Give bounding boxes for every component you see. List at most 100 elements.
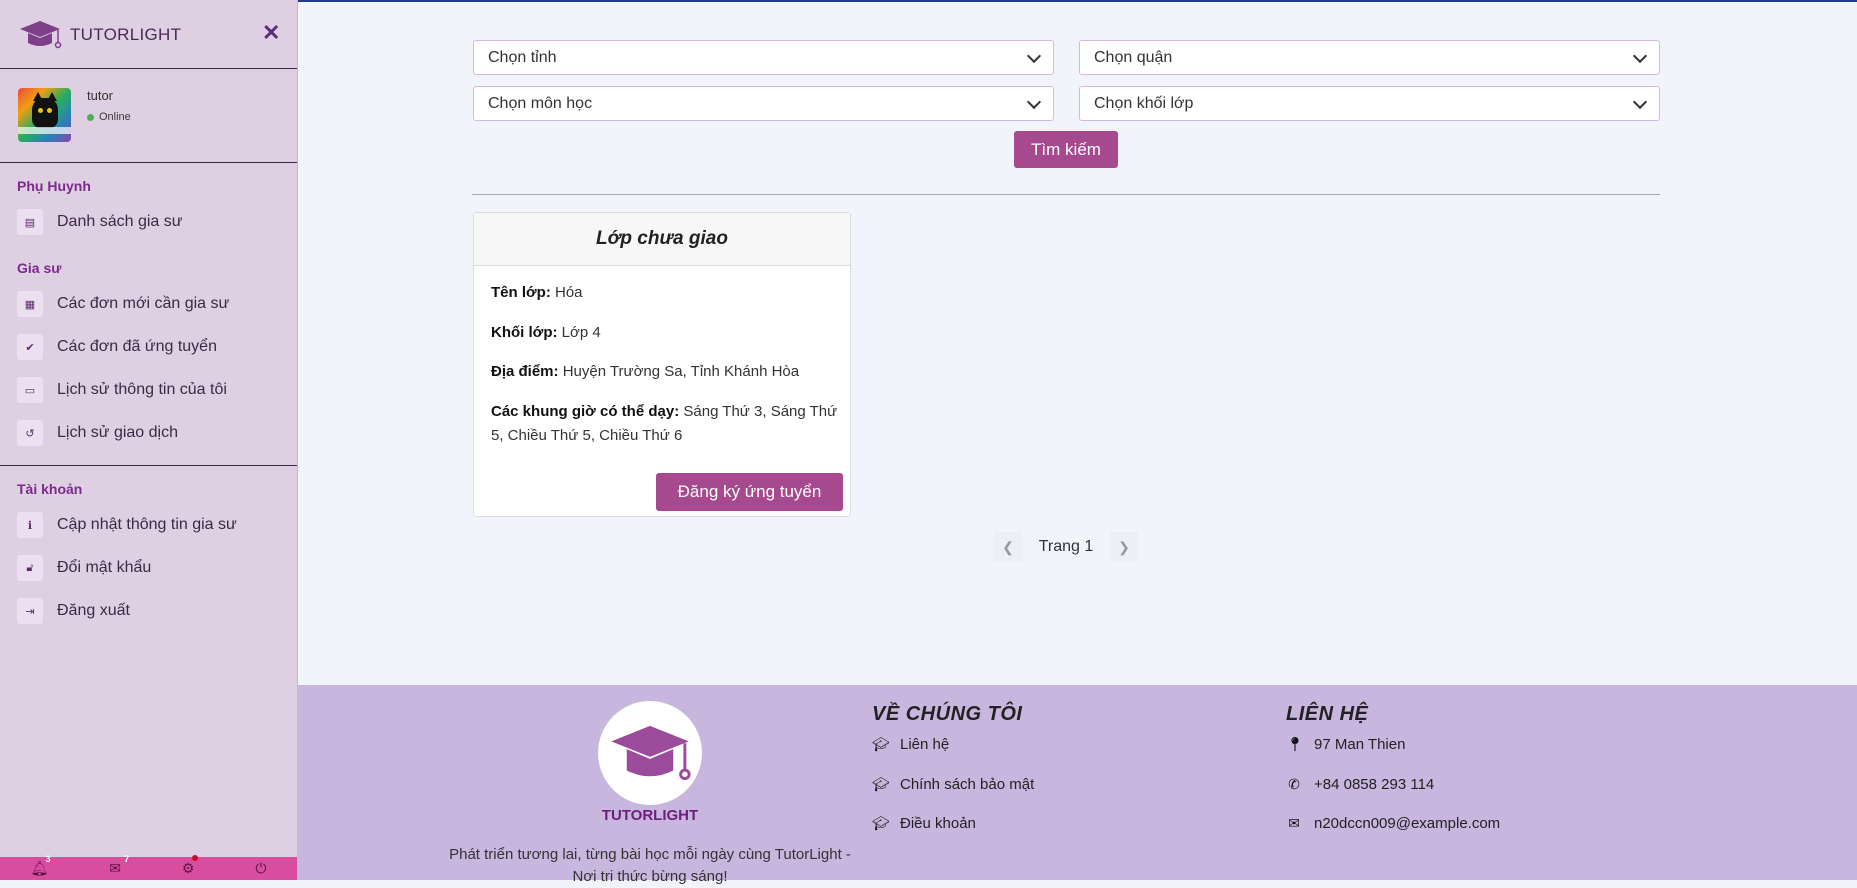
close-sidebar-button[interactable]: ✕ xyxy=(262,20,280,46)
graduation-cap-icon: 🎓︎ xyxy=(872,736,890,752)
footer-link-label: Điều khoản xyxy=(900,815,976,832)
schedule-field: Các khung giờ có thể dạy: Sáng Thứ 3, Sá… xyxy=(491,400,841,448)
sidebar-item-label: Lịch sử giao dịch xyxy=(57,424,178,441)
footer-brand: TUTORLIGHT xyxy=(601,807,699,824)
message-count: 7 xyxy=(124,854,130,864)
address-text: 97 Man Thien xyxy=(1314,736,1406,753)
phone-text: +84 0858 293 114 xyxy=(1314,776,1435,793)
sidebar-item-label: Danh sách gia sư xyxy=(57,213,183,230)
sidebar-item-change-password[interactable]: 🔓︎ Đổi mật khẩu xyxy=(17,555,151,581)
divider xyxy=(472,194,1660,195)
prev-page-icon[interactable]: ❮ xyxy=(994,532,1022,562)
footer: TUTORLIGHT Phát triển tương lai, từng bà… xyxy=(298,685,1857,885)
about-title: VỀ CHÚNG TÔI xyxy=(872,703,1023,725)
sidebar-item-label: Đăng xuất xyxy=(57,602,130,619)
brand[interactable]: TUTORLIGHT xyxy=(18,18,181,52)
footer-phone[interactable]: ✆ +84 0858 293 114 xyxy=(1286,776,1434,793)
footer-link-label: Chính sách bảo mật xyxy=(900,776,1035,793)
page-label: Trang 1 xyxy=(1038,538,1094,555)
sidebar-item-label: Đổi mật khẩu xyxy=(57,559,152,576)
card-title: Lớp chưa giao xyxy=(474,213,850,266)
district-select-value: Chọn quận xyxy=(1094,48,1173,66)
lock-icon: 🔓︎ xyxy=(17,555,43,581)
sidebar-item-transactions[interactable]: ↺ Lịch sử giao dịch xyxy=(17,420,178,446)
subject-select[interactable]: Chọn môn học xyxy=(473,86,1054,121)
envelope-icon[interactable]: ✉ 7 xyxy=(109,854,129,877)
footer-address: 📍︎ 97 Man Thien xyxy=(1286,736,1405,753)
province-select[interactable]: Chọn tỉnh xyxy=(473,40,1054,75)
envelope-icon: ✉ xyxy=(1288,815,1300,831)
user-profile: tutor Online xyxy=(18,88,131,142)
search-button[interactable]: Tìm kiếm xyxy=(1014,131,1118,168)
section-title-parents: Phụ Huynh xyxy=(17,178,91,194)
location-value: Huyện Trường Sa, Tỉnh Khánh Hòa xyxy=(562,363,800,380)
subject-select-value: Chọn môn học xyxy=(488,94,593,112)
calendar-icon: ▦ xyxy=(17,291,43,317)
power-icon[interactable]: ⏻ xyxy=(255,860,266,877)
online-dot-icon xyxy=(87,113,94,121)
inbox-icon: ▭ xyxy=(17,377,43,403)
sidebar-item-update-profile[interactable]: ℹ Cập nhật thông tin gia sư xyxy=(17,512,237,538)
graduation-cap-icon xyxy=(611,725,691,781)
graduation-cap-icon xyxy=(20,21,62,49)
section-title-tutor: Gia sư xyxy=(17,260,62,276)
footer-link-contact[interactable]: 🎓︎ Liên hệ xyxy=(872,736,949,753)
footer-link-label: Liên hệ xyxy=(900,736,950,753)
class-card: Lớp chưa giao Tên lớp: Hóa Khối lớp: Lớp… xyxy=(473,212,851,517)
sidebar-bottom-bar: 🔔︎ 3 ✉ 7 ⚙ ⏻ xyxy=(0,854,297,880)
next-page-icon[interactable]: ❯ xyxy=(1109,532,1138,562)
user-status: Online xyxy=(87,111,131,123)
footer-link-terms[interactable]: 🎓︎ Điều khoản xyxy=(872,815,976,832)
footer-link-privacy[interactable]: 🎓︎ Chính sách bảo mật xyxy=(872,776,1034,793)
divider xyxy=(0,162,297,163)
footer-logo xyxy=(598,701,702,805)
apply-button[interactable]: Đăng ký ứng tuyển xyxy=(656,473,843,511)
schedule-label: Các khung giờ có thể dạy: xyxy=(491,403,680,420)
divider xyxy=(0,68,297,69)
sidebar-item-my-history[interactable]: ▭ Lịch sử thông tin của tôi xyxy=(17,377,227,403)
class-name-label: Tên lớp: xyxy=(491,284,551,301)
location-field: Địa điểm: Huyện Trường Sa, Tỉnh Khánh Hò… xyxy=(491,360,841,384)
check-circle-icon: ✔ xyxy=(17,334,43,360)
grade-label: Khối lớp: xyxy=(491,324,558,341)
district-select[interactable]: Chọn quận xyxy=(1079,40,1660,75)
sidebar: TUTORLIGHT ✕ tutor Online Phụ Huynh ▤ Da… xyxy=(0,0,298,880)
footer-tagline: Phát triển tương lai, từng bài học mỗi n… xyxy=(449,846,851,885)
brand-name: TUTORLIGHT xyxy=(70,25,182,44)
graduation-cap-icon: 🎓︎ xyxy=(872,776,890,792)
avatar[interactable] xyxy=(18,88,71,142)
grade-value: Lớp 4 xyxy=(561,324,601,341)
footer-email[interactable]: ✉ n20dccn009@example.com xyxy=(1286,815,1500,832)
chevron-down-icon xyxy=(1632,48,1648,63)
chevron-down-icon xyxy=(1632,94,1648,109)
sidebar-item-tutor-list[interactable]: ▤ Danh sách gia sư xyxy=(17,209,182,235)
status-text: Online xyxy=(99,111,131,123)
location-label: Địa điểm: xyxy=(491,363,559,380)
history-icon: ↺ xyxy=(17,420,43,446)
sidebar-item-label: Các đơn đã ứng tuyển xyxy=(57,338,217,355)
province-select-value: Chọn tỉnh xyxy=(488,48,557,66)
sign-out-icon: ⇥ xyxy=(17,598,43,624)
gear-icon[interactable]: ⚙ xyxy=(182,855,198,877)
contact-title: LIÊN HỆ xyxy=(1286,703,1369,725)
notification-count: 3 xyxy=(45,854,51,864)
sidebar-item-new-requests[interactable]: ▦ Các đơn mới cần gia sư xyxy=(17,291,229,317)
sidebar-item-label: Cập nhật thông tin gia sư xyxy=(57,516,237,533)
grade-field: Khối lớp: Lớp 4 xyxy=(491,321,841,345)
sidebar-item-logout[interactable]: ⇥ Đăng xuất xyxy=(17,598,130,624)
class-name-field: Tên lớp: Hóa xyxy=(491,281,841,305)
chevron-down-icon xyxy=(1026,48,1042,63)
id-card-icon: ▤ xyxy=(17,209,43,235)
sidebar-item-applied[interactable]: ✔ Các đơn đã ứng tuyển xyxy=(17,334,217,360)
info-icon: ℹ xyxy=(17,512,43,538)
phone-icon: ✆ xyxy=(1288,776,1300,792)
divider xyxy=(0,465,297,466)
grade-select-value: Chọn khối lớp xyxy=(1094,94,1194,112)
user-name: tutor xyxy=(87,88,114,103)
bell-icon[interactable]: 🔔︎ 3 xyxy=(30,854,50,877)
sidebar-item-label: Các đơn mới cần gia sư xyxy=(57,295,230,312)
section-title-account: Tài khoản xyxy=(17,481,83,497)
pagination: ❮ Trang 1 ❯ xyxy=(994,532,1138,562)
map-marker-icon: 📍︎ xyxy=(1286,736,1304,752)
grade-select[interactable]: Chọn khối lớp xyxy=(1079,86,1660,121)
